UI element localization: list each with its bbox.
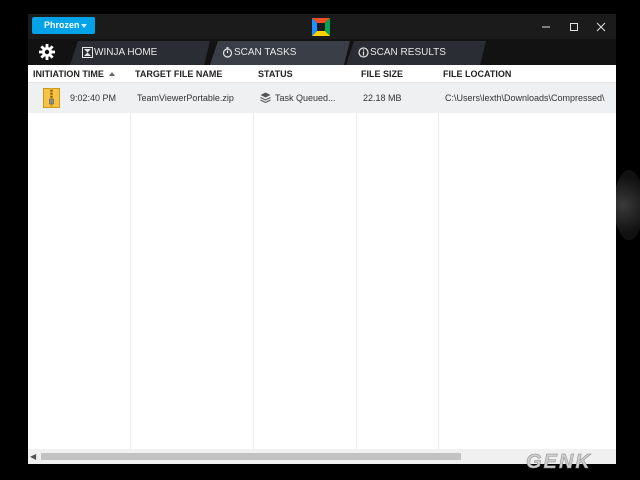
timer-icon [222,47,233,58]
minimize-icon [542,26,550,28]
tab-label: SCAN RESULTS [370,47,446,58]
genk-watermark-logo: GENK [526,451,592,473]
cell-initiation-time: 9:02:40 PM [70,93,117,103]
tab-winja-home[interactable]: WINJA HOME [70,41,210,65]
column-divider [356,65,357,449]
svg-text:GENK: GENK [526,451,592,473]
table-row[interactable]: 9:02:40 PM TeamViewerPortable.zip Task Q… [28,83,616,113]
tab-label: WINJA HOME [94,47,158,58]
tab-bar: WINJA HOME SCAN TASKS SCAN RESULTS [28,39,616,65]
app-window: Phrozen WINJA HOME SCAN TASKS SCAN RESUL… [28,14,616,464]
maximize-icon [570,23,578,31]
column-header-target-file-name[interactable]: TARGET FILE NAME [130,65,253,83]
title-bar: Phrozen [28,14,616,39]
chevron-down-icon [81,24,87,28]
gear-icon[interactable] [38,43,56,61]
background-decoration [614,170,640,240]
cell-file-location: C:\Users\lexth\Downloads\Compressed\ [445,93,605,103]
sort-ascending-icon [108,72,115,76]
minimize-button[interactable] [537,18,555,36]
column-header-file-location[interactable]: FILE LOCATION [438,65,616,83]
column-divider [130,65,131,449]
cell-target-file-name: TeamViewerPortable.zip [137,93,234,103]
column-divider [438,65,439,449]
close-icon [596,22,606,32]
winja-home-icon [82,47,93,58]
scrollbar-thumb[interactable] [41,453,461,460]
stack-icon [260,92,271,103]
brand-menu-button[interactable]: Phrozen [32,17,95,34]
maximize-button[interactable] [565,18,583,36]
status-label: Task Queued... [275,93,336,103]
info-icon [358,47,369,58]
column-divider [253,65,254,449]
winja-logo-icon [312,18,330,36]
column-header-status[interactable]: STATUS [253,65,356,83]
cell-status: Task Queued... [254,83,356,113]
table-header: INITIATION TIME TARGET FILE NAME STATUS … [28,65,616,83]
zip-file-icon [43,88,60,108]
tab-scan-results[interactable]: SCAN RESULTS [346,41,486,65]
scroll-left-icon[interactable]: ◀ [30,453,36,461]
close-button[interactable] [592,18,610,36]
column-header-file-size[interactable]: FILE SIZE [356,65,438,83]
column-header-initiation-time[interactable]: INITIATION TIME [28,65,130,83]
tab-scan-tasks[interactable]: SCAN TASKS [210,41,350,65]
cell-file-size: 22.18 MB [363,93,402,103]
brand-label: Phrozen [44,20,80,30]
scan-tasks-table: INITIATION TIME TARGET FILE NAME STATUS … [28,65,616,449]
tab-label: SCAN TASKS [234,47,297,58]
